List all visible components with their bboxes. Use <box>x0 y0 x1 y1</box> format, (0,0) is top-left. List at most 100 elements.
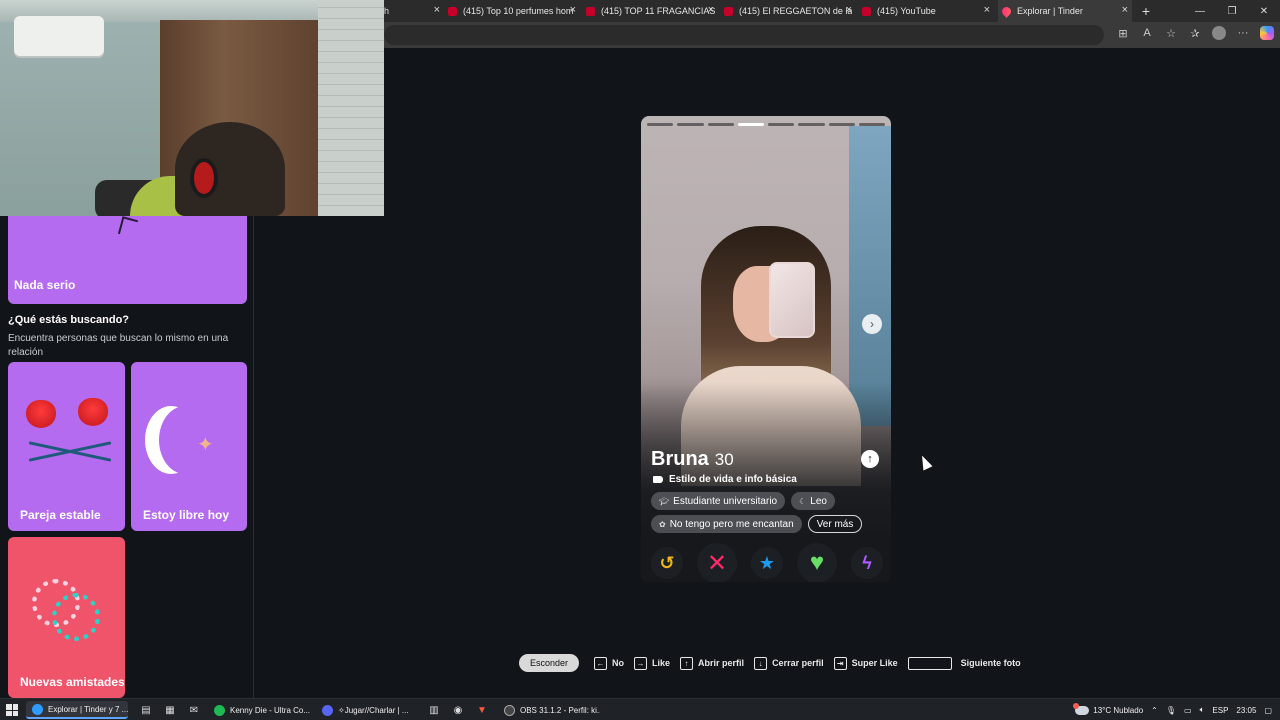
volume-icon[interactable]: 🔈︎ <box>1200 705 1205 715</box>
close-tab-icon[interactable]: × <box>984 4 990 16</box>
super-like-button[interactable]: ★ <box>751 547 783 579</box>
profile-header: Bruna 30 <box>651 448 734 471</box>
notifications-icon[interactable]: ▢ <box>1264 706 1272 715</box>
calculator-app-icon[interactable]: ▥ <box>426 702 442 718</box>
plus-icon: + <box>1141 3 1151 19</box>
youtube-icon <box>448 6 457 16</box>
browser-tab[interactable]: (415) TOP 11 FRAGANCIAS × <box>586 0 718 22</box>
file-explorer-icon[interactable]: ▤ <box>138 702 154 718</box>
chip-education: 🎓︎ Estudiante universitario <box>651 492 786 510</box>
browser-tab-active[interactable]: Explorar | Tinder × <box>998 0 1132 22</box>
nope-button[interactable]: ✕ <box>697 543 737 582</box>
chip-label: Estudiante universitario <box>673 495 778 507</box>
copilot-icon[interactable] <box>1260 26 1274 40</box>
close-tab-icon[interactable]: × <box>570 4 576 16</box>
keyboard-hints: Esconder ← No → Like ↑ Abrir perfil ↓ Ce… <box>519 654 1031 672</box>
profile-card[interactable]: › Bruna 30 ↑ Estilo de vida e info básic… <box>641 116 891 582</box>
photo-progress-bar <box>647 123 885 126</box>
browser-tab[interactable]: (415) YouTube × <box>862 0 994 22</box>
hint-label: No <box>612 658 625 668</box>
hint-label: Abrir perfil <box>698 658 745 668</box>
microphone-icon[interactable]: 🎙︎ <box>1166 706 1176 715</box>
x-icon: ✕ <box>706 549 728 577</box>
taskbar-app-spotify[interactable]: Kenny Die - Ultra Co... <box>208 701 310 719</box>
network-icon[interactable]: ▭ <box>1184 706 1192 715</box>
arrow-down-icon: ↓ <box>754 656 768 670</box>
taskbar-app-label: ✧Jugar//Charlar | ... <box>338 705 409 715</box>
photo-progress-segment[interactable] <box>768 123 795 126</box>
chip-zodiac: ☾ Leo <box>791 492 835 510</box>
open-profile-button[interactable]: ↑ <box>861 450 879 468</box>
photo-progress-segment[interactable] <box>677 123 704 126</box>
next-photo-button[interactable]: › <box>862 314 882 334</box>
option-card-stable-partner[interactable]: Pareja estable <box>8 362 125 531</box>
calculator-icon[interactable]: ▦ <box>162 702 178 718</box>
taskbar-app-edge[interactable]: Explorar | Tinder y 7 ... <box>26 701 128 719</box>
start-button[interactable] <box>6 704 18 716</box>
browser-tab[interactable]: h × <box>384 0 444 22</box>
photo-progress-segment[interactable] <box>737 123 764 126</box>
hide-hints-button[interactable]: Esconder <box>519 654 580 672</box>
chip-label: Leo <box>810 495 827 507</box>
more-icon[interactable]: ··· <box>1236 26 1250 40</box>
rewind-button[interactable]: ↺ <box>651 547 683 579</box>
photo-progress-segment[interactable] <box>858 123 885 126</box>
browser-tab[interactable]: (415) Top 10 perfumes hom × <box>448 0 580 22</box>
photo-progress-segment[interactable] <box>647 123 674 126</box>
toolbar-icons: ⊞ A ☆ ✰ ··· <box>1116 26 1274 40</box>
webcam-overlay <box>0 0 384 216</box>
tab-title: h <box>384 6 390 16</box>
close-tab-icon[interactable]: × <box>708 4 714 16</box>
brave-icon[interactable]: ▼ <box>474 702 490 718</box>
hint-label: Super Like <box>851 658 898 668</box>
weather-widget[interactable]: 13°C Nublado <box>1073 702 1143 715</box>
option-label: Pareja estable <box>20 508 101 522</box>
option-card-casual[interactable]: Nada serio <box>8 216 247 304</box>
option-card-new-friends[interactable]: Nuevas amistades <box>8 537 125 698</box>
tab-title: (415) TOP 11 FRAGANCIAS <box>601 6 716 16</box>
chip-pets: ✿ No tengo pero me encantan <box>651 515 802 533</box>
like-button[interactable]: ♥ <box>797 543 837 582</box>
photo-progress-segment[interactable] <box>828 123 855 126</box>
paw-icon: ✿ <box>659 519 666 529</box>
browser-tab[interactable]: (415) El REGGAETON de la × <box>724 0 856 22</box>
profile-avatar[interactable] <box>1212 26 1226 40</box>
arrow-up-icon: ↑ <box>867 453 873 465</box>
see-more-button[interactable]: Ver más <box>807 515 863 533</box>
taskbar-app-obs[interactable]: OBS 31.1.2 - Perfil: ki... <box>498 701 600 719</box>
boost-button[interactable]: ϟ <box>851 547 883 579</box>
language-indicator[interactable]: ESP <box>1212 706 1228 715</box>
option-card-free-today[interactable]: ✦ Estoy libre hoy <box>131 362 247 531</box>
star-icon: ★ <box>758 552 776 573</box>
photo-progress-segment[interactable] <box>798 123 825 126</box>
restore-icon[interactable]: ❐ <box>1216 0 1248 22</box>
close-icon[interactable]: ✕ <box>1248 0 1280 22</box>
chevron-right-icon: › <box>870 317 874 331</box>
photo-progress-segment[interactable] <box>707 123 734 126</box>
youtube-icon <box>586 6 595 16</box>
enter-key-icon: ⇥ <box>833 656 847 670</box>
steam-icon[interactable]: ◉ <box>450 702 466 718</box>
cloud-icon <box>1073 702 1090 715</box>
address-bar[interactable] <box>384 25 1104 45</box>
chevron-up-icon[interactable]: ⌃ <box>1151 706 1158 715</box>
minimize-icon[interactable]: — <box>1184 0 1216 22</box>
taskbar-app-label: OBS 31.1.2 - Perfil: ki... <box>520 705 600 715</box>
close-tab-icon[interactable]: × <box>1122 4 1128 16</box>
favorites-icon[interactable]: ✰ <box>1188 26 1202 40</box>
taskbar-app-discord[interactable]: ✧Jugar//Charlar | ... <box>316 701 418 719</box>
favorite-star-icon[interactable]: ☆ <box>1164 26 1178 40</box>
hint-label: Siguiente foto <box>960 658 1021 668</box>
tab-title: (415) El REGGAETON de la <box>739 6 853 16</box>
app-available-icon[interactable]: ⊞ <box>1116 26 1130 40</box>
taskbar-app-label: Explorar | Tinder y 7 ... <box>48 704 128 714</box>
mail-icon[interactable]: ✉ <box>186 702 202 718</box>
close-tab-icon[interactable]: × <box>846 4 852 16</box>
youtube-icon <box>862 6 871 16</box>
heart-icon: ♥ <box>809 549 825 576</box>
close-tab-icon[interactable]: × <box>434 4 440 16</box>
tinder-flame-icon <box>1000 4 1013 18</box>
new-tab-button[interactable]: + <box>1138 0 1154 22</box>
clock[interactable]: 23:05 <box>1236 706 1256 715</box>
read-aloud-icon[interactable]: A <box>1140 26 1154 40</box>
